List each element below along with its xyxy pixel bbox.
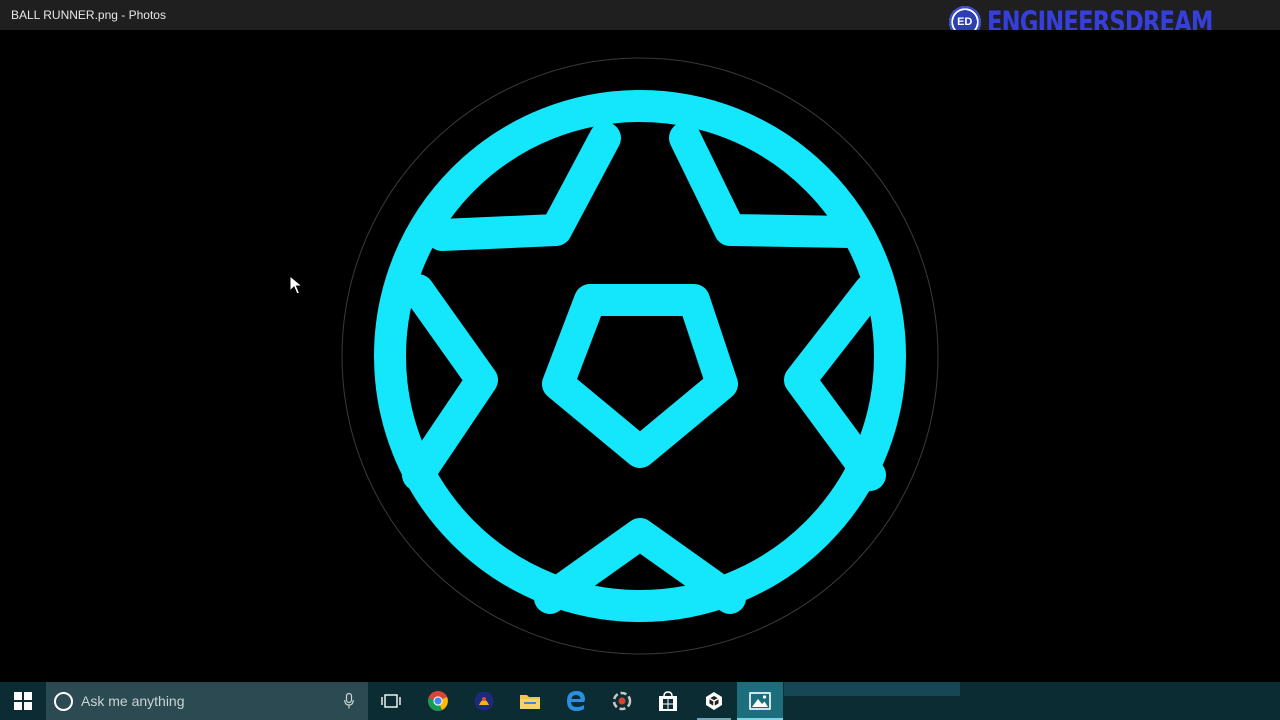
cortana-icon (54, 691, 73, 711)
image-viewer[interactable] (0, 30, 1280, 682)
file-explorer-icon (520, 695, 540, 709)
taskbar-photos[interactable] (737, 682, 783, 720)
mouse-cursor-icon (289, 275, 303, 295)
soccer-ball-image (341, 57, 939, 655)
app-icon (474, 691, 494, 711)
taskbar-strip (784, 682, 960, 696)
taskbar: Ask me anything (0, 682, 1280, 720)
taskbar-chrome[interactable] (415, 682, 461, 720)
search-placeholder: Ask me anything (81, 693, 185, 709)
task-view-icon (381, 694, 401, 708)
taskbar-app-2[interactable] (599, 682, 645, 720)
chrome-icon (428, 691, 448, 711)
soccer-ball-icon (330, 50, 950, 670)
task-view-button[interactable] (368, 682, 414, 720)
taskbar-unity[interactable] (691, 682, 737, 720)
microphone-icon[interactable] (344, 693, 354, 709)
taskbar-app-1[interactable] (461, 682, 507, 720)
store-icon (659, 691, 677, 711)
taskbar-edge[interactable] (553, 682, 599, 720)
taskbar-store[interactable] (645, 682, 691, 720)
start-button[interactable] (0, 682, 46, 720)
search-box[interactable]: Ask me anything (46, 682, 368, 720)
edge-icon (567, 691, 585, 711)
unity-icon (706, 692, 722, 710)
windows-start-icon (14, 692, 32, 710)
app-icon (612, 691, 632, 711)
watermark-badge-text: ED (957, 16, 973, 28)
taskbar-file-explorer[interactable] (507, 682, 553, 720)
photos-icon (749, 692, 771, 710)
window-title: BALL RUNNER.png - Photos (11, 8, 166, 22)
